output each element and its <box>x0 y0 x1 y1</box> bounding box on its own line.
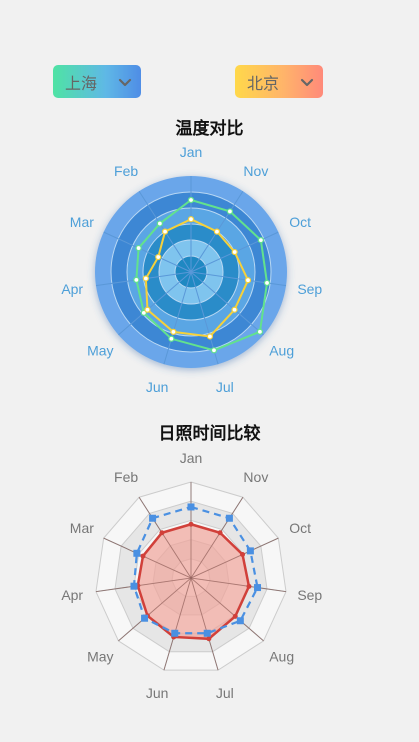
series-1-point-apr <box>133 276 140 283</box>
series-2-point-mar <box>140 553 146 559</box>
chevron-down-icon <box>300 78 314 86</box>
axis-label-jun: Jun <box>146 685 169 701</box>
axis-label-may: May <box>87 649 113 665</box>
axis-label-aug: Aug <box>269 343 294 359</box>
axis-label-nov: Nov <box>243 469 268 485</box>
axis-label-feb: Feb <box>114 469 138 485</box>
series-1-point-nov <box>226 208 234 215</box>
axis-label-feb: Feb <box>114 163 138 179</box>
series-1-point-feb <box>156 220 163 227</box>
series-1-point-mar <box>135 244 142 252</box>
axis-label-sep: Sep <box>297 281 322 297</box>
series-1-point-feb <box>149 514 157 522</box>
sunshine-radar-chart: Jan Nov Oct Sep Aug Jul Jun May Apr Mar Feb <box>61 450 322 701</box>
axis-label-may: May <box>87 343 113 359</box>
series-1-point-jun <box>171 629 179 637</box>
series-2-point-nov <box>217 530 223 536</box>
series-1-point-oct <box>257 236 264 244</box>
axis-label-jun: Jun <box>146 379 169 395</box>
series-2-point-mar <box>155 253 162 261</box>
series-2-point-jul <box>206 333 214 340</box>
series-2-point-jul <box>206 636 212 642</box>
axis-label-apr: Apr <box>61 281 83 297</box>
series-1-point-mar <box>133 549 141 557</box>
city-select-left[interactable]: 上海 <box>53 65 141 98</box>
sunshine-chart-title: 日照时间比较 <box>158 424 261 443</box>
axis-label-mar: Mar <box>70 214 94 230</box>
series-1-point-jul <box>203 629 211 637</box>
series-1-point-nov <box>225 514 233 522</box>
series-2-point-jun <box>170 328 177 335</box>
axis-label-mar: Mar <box>70 520 94 536</box>
axis-label-jul: Jul <box>216 685 234 701</box>
axis-label-oct: Oct <box>289 520 311 536</box>
series-2-point-jan <box>187 216 195 223</box>
temperature-chart-title: 温度对比 <box>175 119 244 138</box>
series-1-point-apr <box>130 582 138 590</box>
series-2-point-nov <box>213 228 221 235</box>
axis-label-sep: Sep <box>297 587 322 603</box>
axis-label-jul: Jul <box>216 379 234 395</box>
series-1-point-jun <box>168 335 175 342</box>
series-2-point-sep <box>246 583 252 589</box>
chevron-down-icon <box>118 78 132 86</box>
series-1-point-sep <box>263 279 271 287</box>
city-select-right[interactable]: 北京 <box>235 65 323 98</box>
series-1-point-may <box>141 614 149 622</box>
series-1-point-jan <box>187 196 195 204</box>
series-2-point-feb <box>159 530 165 536</box>
series-2-point-feb <box>161 228 169 235</box>
city-select-right-value: 北京 <box>247 75 280 93</box>
city-select-left-value: 上海 <box>65 75 98 93</box>
axis-label-jan: Jan <box>180 450 203 466</box>
series-1-point-aug <box>236 617 244 625</box>
series-1-point-aug <box>256 328 264 335</box>
temperature-radar-chart: Jan Nov Oct Sep Aug Jul Jun May Apr Mar Feb <box>61 144 322 395</box>
axis-label-oct: Oct <box>289 214 311 230</box>
series-2-point-oct <box>231 248 238 256</box>
axis-label-nov: Nov <box>243 163 268 179</box>
series-2-point-jan <box>188 521 194 527</box>
series-2-point-apr <box>142 275 149 282</box>
series-1-point-sep <box>254 584 262 592</box>
axis-label-apr: Apr <box>61 587 83 603</box>
series-1-point-oct <box>246 547 254 555</box>
axis-label-jan: Jan <box>180 144 203 160</box>
axis-label-aug: Aug <box>269 649 294 665</box>
series-2-point-oct <box>240 551 246 557</box>
series-1-point-jan <box>187 503 195 511</box>
series-2-point-sep <box>244 277 252 284</box>
series-1-point-jul <box>210 347 218 354</box>
series-2-point-aug <box>231 306 238 313</box>
series-2-point-may <box>144 306 151 313</box>
